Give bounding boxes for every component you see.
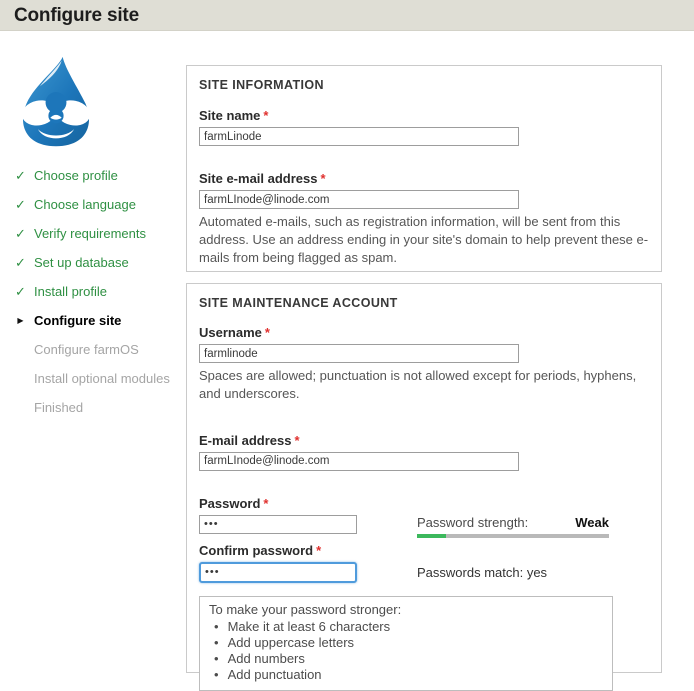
password-strength-label: Password strength: bbox=[417, 515, 528, 530]
install-task-configure-site: ▶ Configure site bbox=[14, 312, 182, 329]
install-task-label: Choose language bbox=[34, 196, 136, 213]
password-strength-fill bbox=[417, 534, 446, 538]
site-maintenance-account-legend: SITE MAINTENANCE ACCOUNT bbox=[199, 294, 649, 310]
install-task-label: Set up database bbox=[34, 254, 129, 271]
password-tip-item: • Add uppercase letters bbox=[214, 635, 603, 651]
bullet-icon: • bbox=[214, 619, 219, 635]
confirm-password-label: Confirm password* bbox=[199, 543, 649, 558]
check-icon: ✓ bbox=[14, 225, 27, 242]
install-task-install-profile: ✓ Install profile bbox=[14, 283, 182, 300]
install-task-label: Install optional modules bbox=[34, 370, 170, 387]
account-email-field-group: E-mail address* bbox=[199, 433, 649, 471]
check-icon: ✓ bbox=[14, 254, 27, 271]
password-strength-indicator: Password strength: Weak bbox=[417, 515, 609, 538]
passwords-match-status: Passwords match: yes bbox=[417, 565, 547, 580]
password-label: Password* bbox=[199, 496, 649, 511]
account-email-input[interactable] bbox=[199, 452, 519, 471]
required-asterisk: * bbox=[265, 325, 270, 340]
site-name-input[interactable] bbox=[199, 127, 519, 146]
password-tip-item: • Make it at least 6 characters bbox=[214, 619, 603, 635]
site-name-label: Site name* bbox=[199, 108, 649, 123]
password-input[interactable] bbox=[199, 515, 357, 534]
required-asterisk: * bbox=[316, 543, 321, 558]
required-asterisk: * bbox=[321, 171, 326, 186]
install-task-finished: Finished bbox=[14, 399, 182, 416]
password-tips-list: • Make it at least 6 characters • Add up… bbox=[209, 619, 603, 683]
bullet-icon: • bbox=[214, 635, 219, 651]
username-description: Spaces are allowed; punctuation is not a… bbox=[199, 367, 649, 403]
username-field-group: Username* Spaces are allowed; punctuatio… bbox=[199, 325, 649, 403]
drupal-logo-icon bbox=[8, 55, 104, 150]
check-icon: ✓ bbox=[14, 167, 27, 184]
site-name-field-group: Site name* bbox=[199, 108, 649, 146]
required-asterisk: * bbox=[263, 496, 268, 511]
bullet-icon: • bbox=[214, 667, 219, 683]
password-tips-box: To make your password stronger: • Make i… bbox=[199, 596, 613, 691]
install-task-set-up-database: ✓ Set up database bbox=[14, 254, 182, 271]
site-email-input[interactable] bbox=[199, 190, 519, 209]
install-task-label: Choose profile bbox=[34, 167, 118, 184]
header-bar: Configure site bbox=[0, 0, 694, 31]
username-label: Username* bbox=[199, 325, 649, 340]
password-strength-level: Weak bbox=[575, 515, 609, 530]
page-title: Configure site bbox=[14, 5, 139, 27]
check-icon: ✓ bbox=[14, 196, 27, 213]
password-field-group: Password* Password strength: Weak bbox=[199, 496, 649, 534]
bullet-icon: • bbox=[214, 651, 219, 667]
password-tips-title: To make your password stronger: bbox=[209, 602, 603, 618]
install-task-label: Install profile bbox=[34, 283, 107, 300]
username-input[interactable] bbox=[199, 344, 519, 363]
site-email-description: Automated e-mails, such as registration … bbox=[199, 213, 649, 267]
install-task-configure-farmos: Configure farmOS bbox=[14, 341, 182, 358]
site-maintenance-account-fieldset: SITE MAINTENANCE ACCOUNT Username* Space… bbox=[186, 283, 662, 673]
install-task-label: Finished bbox=[34, 399, 83, 416]
confirm-password-field-group: Confirm password* Passwords match: yes bbox=[199, 543, 649, 583]
site-email-field-group: Site e-mail address* Automated e-mails, … bbox=[199, 171, 649, 267]
install-task-choose-language: ✓ Choose language bbox=[14, 196, 182, 213]
install-task-label: Configure farmOS bbox=[34, 341, 139, 358]
site-email-label: Site e-mail address* bbox=[199, 171, 649, 186]
site-information-legend: SITE INFORMATION bbox=[199, 76, 649, 92]
required-asterisk: * bbox=[263, 108, 268, 123]
install-task-label: Configure site bbox=[34, 312, 121, 329]
check-icon: ✓ bbox=[14, 283, 27, 300]
password-strength-track bbox=[417, 534, 609, 538]
install-task-label: Verify requirements bbox=[34, 225, 146, 242]
install-task-install-optional-modules: Install optional modules bbox=[14, 370, 182, 387]
install-task-list: ✓ Choose profile ✓ Choose language ✓ Ver… bbox=[14, 167, 182, 428]
arrow-right-icon: ▶ bbox=[14, 312, 27, 329]
install-task-choose-profile: ✓ Choose profile bbox=[14, 167, 182, 184]
confirm-password-input[interactable] bbox=[199, 562, 357, 583]
required-asterisk: * bbox=[295, 433, 300, 448]
site-information-fieldset: SITE INFORMATION Site name* Site e-mail … bbox=[186, 65, 662, 272]
password-tip-item: • Add numbers bbox=[214, 651, 603, 667]
account-email-label: E-mail address* bbox=[199, 433, 649, 448]
password-tip-item: • Add punctuation bbox=[214, 667, 603, 683]
install-task-verify-requirements: ✓ Verify requirements bbox=[14, 225, 182, 242]
